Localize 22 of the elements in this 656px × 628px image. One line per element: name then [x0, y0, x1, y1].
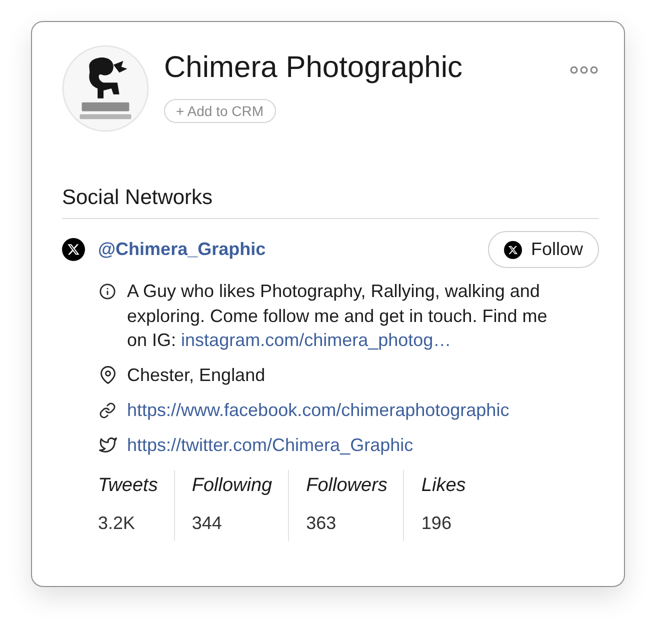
stat-label: Tweets: [98, 474, 158, 498]
profile-name: Chimera Photographic: [164, 50, 462, 86]
website-link[interactable]: https://www.facebook.com/chimeraphotographic: [127, 398, 510, 422]
more-button[interactable]: [570, 65, 598, 75]
stat-value: 363: [306, 512, 338, 534]
stat-value: 344: [192, 512, 223, 534]
follow-button[interactable]: Follow: [488, 231, 599, 268]
account-handle-link[interactable]: @Chimera_Graphic: [98, 239, 266, 260]
x-logo-icon: [504, 240, 522, 258]
stat-value: 196: [421, 512, 452, 534]
stat-value: 3.2K: [98, 512, 136, 534]
x-logo-icon: [62, 238, 85, 261]
stat-label: Likes: [421, 474, 466, 498]
more-icon: [570, 66, 598, 74]
location-text: Chester, England: [127, 364, 266, 387]
instagram-link[interactable]: instagram.com/chimera_photog…: [181, 330, 452, 350]
stat-label: Following: [192, 474, 272, 498]
stat-label: Followers: [306, 474, 388, 498]
section-title: Social Networks: [62, 185, 214, 211]
profile-link[interactable]: https://twitter.com/Chimera_Graphic: [127, 432, 414, 458]
bio-text: A Guy who likes Photography, Rallying, walking and exploring. Come follow me and get in touch. Find me on IG: instagram.com/chimera_photog…: [127, 280, 548, 352]
add-to-crm-button[interactable]: + Add to CRM: [164, 99, 276, 123]
